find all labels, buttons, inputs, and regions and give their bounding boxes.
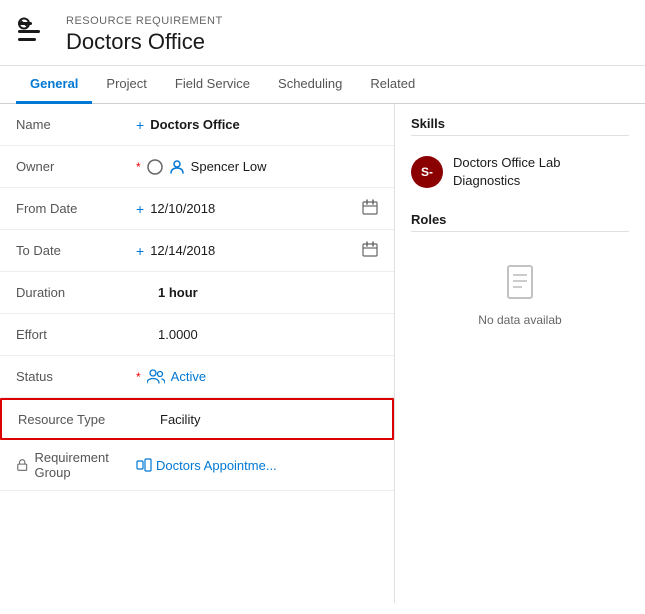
field-fromdate-label: From Date	[16, 201, 136, 216]
field-fromdate-value: 12/10/2018	[150, 199, 378, 218]
field-name-row: Name + Doctors Office	[0, 104, 394, 146]
tab-general[interactable]: General	[16, 66, 92, 104]
tab-project[interactable]: Project	[92, 66, 160, 104]
roles-no-data: No data availab	[411, 244, 629, 347]
skill-avatar: S-	[411, 156, 443, 188]
field-effort-row: Effort 1.0000	[0, 314, 394, 356]
field-resource-type-row: Resource Type Facility	[0, 398, 394, 440]
owner-name[interactable]: Spencer Low	[191, 159, 267, 174]
roles-section-title: Roles	[411, 212, 629, 232]
field-resource-type-value[interactable]: Facility	[160, 412, 376, 427]
header-title: Doctors Office	[66, 29, 223, 55]
field-status-row: Status * Active	[0, 356, 394, 398]
field-fromdate-row: From Date + 12/10/2018	[0, 188, 394, 230]
fromdate-calendar-icon[interactable]	[362, 199, 378, 218]
tab-scheduling[interactable]: Scheduling	[264, 66, 356, 104]
field-todate-row: To Date + 12/14/2018	[0, 230, 394, 272]
person-icon	[169, 159, 185, 175]
field-req-group-row: Requirement Group Doctors Appointme...	[0, 440, 394, 491]
status-text[interactable]: Active	[171, 369, 206, 384]
field-owner-label: Owner	[16, 159, 136, 174]
field-resource-type-label: Resource Type	[18, 412, 138, 427]
no-data-text: No data availab	[478, 313, 561, 327]
field-duration-label: Duration	[16, 285, 136, 300]
field-duration-value[interactable]: 1 hour	[158, 285, 378, 300]
skill-item: S- Doctors Office Lab Diagnostics	[411, 148, 629, 196]
field-owner-row: Owner * Spencer Low	[0, 146, 394, 188]
status-required-marker: *	[136, 370, 141, 384]
field-req-group-label: Requirement Group	[16, 450, 136, 480]
right-panel: Skills S- Doctors Office Lab Diagnostics…	[395, 104, 645, 603]
todate-required-marker: +	[136, 243, 144, 259]
todate-text[interactable]: 12/14/2018	[150, 243, 215, 258]
field-req-group-value[interactable]: Doctors Appointme...	[136, 458, 378, 473]
field-status-label: Status	[16, 369, 136, 384]
skills-section-title: Skills	[411, 116, 629, 136]
owner-required-marker: *	[136, 160, 141, 174]
field-status-value: Active	[147, 369, 378, 385]
name-required-marker: +	[136, 117, 144, 133]
left-panel: Name + Doctors Office Owner * Spencer Lo…	[0, 104, 395, 603]
resource-requirement-icon	[16, 14, 54, 55]
circle-icon	[147, 159, 163, 175]
todate-calendar-icon[interactable]	[362, 241, 378, 260]
header-subtitle: RESOURCE REQUIREMENT	[66, 15, 223, 27]
field-todate-label: To Date	[16, 243, 136, 258]
field-duration-row: Duration 1 hour	[0, 272, 394, 314]
main-content: Name + Doctors Office Owner * Spencer Lo…	[0, 104, 645, 603]
fromdate-required-marker: +	[136, 201, 144, 217]
tab-related[interactable]: Related	[356, 66, 429, 104]
status-people-icon	[147, 369, 165, 385]
lock-icon	[16, 458, 28, 472]
fromdate-text[interactable]: 12/10/2018	[150, 201, 215, 216]
field-effort-value[interactable]: 1.0000	[158, 327, 378, 342]
field-name-label: Name	[16, 117, 136, 132]
field-owner-value: Spencer Low	[147, 159, 378, 175]
no-data-icon	[504, 264, 536, 307]
field-name-value[interactable]: Doctors Office	[150, 117, 378, 132]
tab-field-service[interactable]: Field Service	[161, 66, 264, 104]
roles-section: Roles No data availab	[411, 212, 629, 347]
field-effort-label: Effort	[16, 327, 136, 342]
page-header: RESOURCE REQUIREMENT Doctors Office	[0, 0, 645, 66]
nav-tabs: General Project Field Service Scheduling…	[0, 66, 645, 104]
field-todate-value: 12/14/2018	[150, 241, 378, 260]
header-text-block: RESOURCE REQUIREMENT Doctors Office	[66, 15, 223, 55]
skill-name[interactable]: Doctors Office Lab Diagnostics	[453, 154, 629, 190]
req-group-icon	[136, 458, 152, 472]
